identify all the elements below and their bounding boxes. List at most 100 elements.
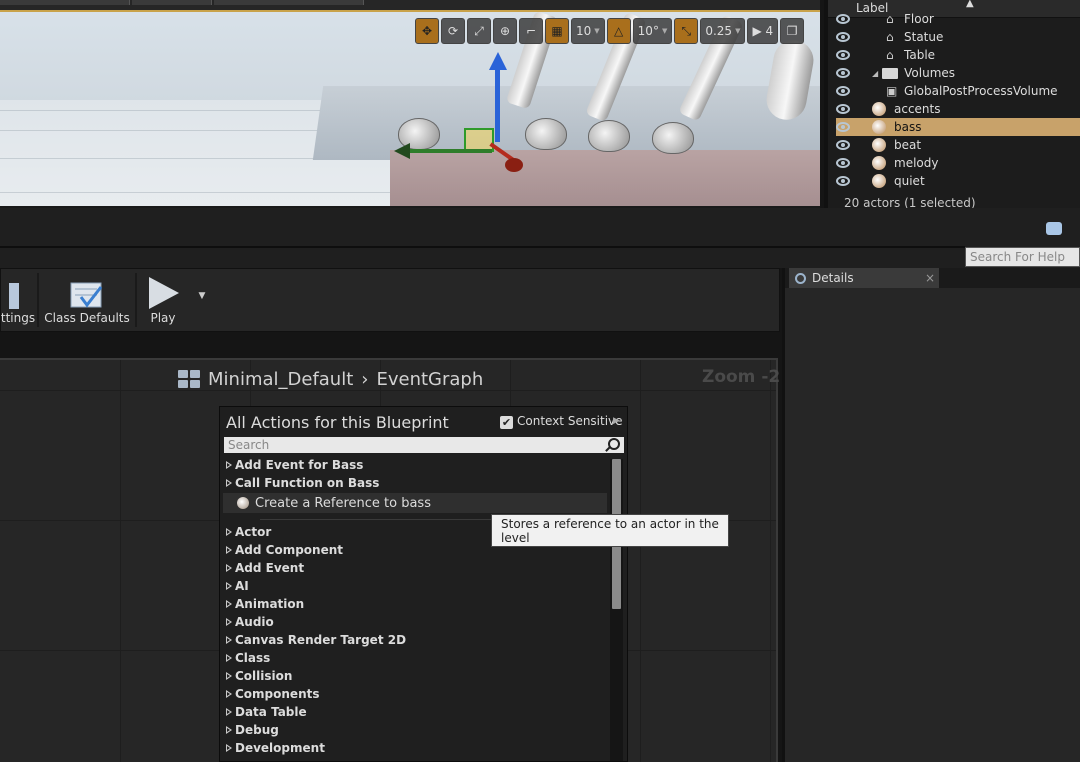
action-category[interactable]: Debug <box>225 721 279 739</box>
viewport-tab[interactable] <box>132 0 212 5</box>
scale-snap-icon[interactable]: ⤡ <box>674 18 699 44</box>
action-category[interactable]: Animation <box>225 595 304 613</box>
visibility-eye-icon[interactable] <box>836 140 850 150</box>
chat-icon[interactable] <box>1046 222 1062 235</box>
camera-speed-text: 4 <box>765 24 774 38</box>
action-category[interactable]: Development <box>225 739 325 757</box>
action-category[interactable]: AI <box>225 577 249 595</box>
gizmo-x-arrow[interactable] <box>505 158 523 172</box>
expand-arrow-icon[interactable] <box>226 546 232 554</box>
ambient-sound-icon <box>872 120 886 134</box>
visibility-eye-icon[interactable] <box>836 86 850 96</box>
expand-arrow-icon[interactable] <box>226 672 232 680</box>
outliner-row[interactable]: ⌂ Table <box>836 46 1080 64</box>
grid-snap-value[interactable]: 10 ▼ <box>571 18 605 44</box>
outliner-row[interactable]: accents <box>836 100 1080 118</box>
expand-arrow-icon[interactable] <box>226 636 232 644</box>
action-category[interactable]: Canvas Render Target 2D <box>225 631 406 649</box>
expand-arrow-icon[interactable]: ◢ <box>872 69 878 78</box>
visibility-eye-icon[interactable] <box>836 32 850 42</box>
world-local-icon[interactable]: ⊕ <box>493 18 517 44</box>
action-category-label: Development <box>235 741 325 755</box>
action-category-label: Canvas Render Target 2D <box>235 633 407 647</box>
camera-speed-button[interactable]: ▶ 4 <box>747 18 779 44</box>
viewport-tab[interactable] <box>214 0 364 5</box>
class-settings-button[interactable]: ttings <box>1 269 35 331</box>
gizmo-z-axis[interactable] <box>495 62 500 142</box>
action-category-label: Components <box>235 687 320 701</box>
ambient-sound-icon <box>872 174 886 188</box>
expand-arrow-icon[interactable] <box>226 618 232 626</box>
gizmo-y-arrow[interactable] <box>394 143 410 159</box>
action-category[interactable]: Components <box>225 685 320 703</box>
rotation-snap-icon[interactable]: △ <box>606 18 631 44</box>
close-icon[interactable]: × <box>925 271 935 285</box>
outliner-row[interactable]: ◢ Volumes <box>836 64 1080 82</box>
visibility-eye-icon[interactable] <box>836 50 850 60</box>
visibility-eye-icon[interactable] <box>836 176 850 186</box>
action-category[interactable]: Call Function on Bass <box>225 474 379 492</box>
visibility-eye-icon[interactable] <box>836 158 850 168</box>
context-sensitive-checkbox[interactable]: ✔ <box>500 416 513 429</box>
action-category[interactable]: Actor <box>225 523 271 541</box>
expand-arrow-icon[interactable] <box>226 461 232 469</box>
tab-details[interactable]: Details × <box>789 268 939 288</box>
help-search-input[interactable]: Search For Help <box>965 247 1080 267</box>
expand-arrow-icon[interactable] <box>226 479 232 487</box>
speaker-actor[interactable] <box>588 120 630 152</box>
chevron-right-icon[interactable]: ▶ <box>613 416 620 426</box>
scale-snap-value[interactable]: 0.25 ▼ <box>700 18 746 44</box>
gizmo-z-arrow[interactable] <box>489 52 507 70</box>
expand-arrow-icon[interactable] <box>226 690 232 698</box>
visibility-eye-icon[interactable] <box>836 68 850 78</box>
outliner-row[interactable]: ▣ GlobalPostProcessVolume <box>836 82 1080 100</box>
play-options-chevron-down-icon[interactable]: ▼ <box>191 291 213 301</box>
grid-snap-icon[interactable]: ▦ <box>545 18 569 44</box>
visibility-eye-icon[interactable] <box>836 122 850 132</box>
expand-arrow-icon[interactable] <box>226 726 232 734</box>
outliner-row-label: bass <box>894 120 922 134</box>
action-category-label: Add Event <box>235 561 305 575</box>
outliner-row[interactable]: quiet <box>836 172 1080 190</box>
action-category[interactable]: Class <box>225 649 270 667</box>
play-button[interactable]: Play <box>137 269 189 331</box>
speaker-actor[interactable] <box>525 118 567 150</box>
action-category[interactable]: Add Component <box>225 541 343 559</box>
outliner-row[interactable]: ⌂ Floor <box>836 10 1080 28</box>
action-category[interactable]: Add Event <box>225 559 304 577</box>
rotate-mode-icon[interactable]: ⟳ <box>441 18 465 44</box>
rotation-snap-value[interactable]: 10° ▼ <box>632 18 673 44</box>
gizmo-y-axis[interactable] <box>406 149 492 153</box>
maximize-viewport-icon[interactable]: ❐ <box>780 18 805 44</box>
outliner-row[interactable]: melody <box>836 154 1080 172</box>
action-category[interactable]: Add Event for Bass <box>225 456 363 474</box>
breadcrumb-root[interactable]: Minimal_Default <box>208 369 353 390</box>
expand-arrow-icon[interactable] <box>226 708 232 716</box>
surface-snap-icon[interactable]: ⌐ <box>519 18 543 44</box>
scale-mode-icon[interactable]: ⤢ <box>467 18 491 44</box>
action-category[interactable]: Collision <box>225 667 292 685</box>
actions-search-input[interactable]: Search <box>224 437 624 453</box>
viewport-tab[interactable] <box>0 0 130 5</box>
translate-mode-icon[interactable]: ✥ <box>415 18 439 44</box>
action-category[interactable]: Audio <box>225 613 274 631</box>
class-defaults-label: Class Defaults <box>44 311 130 325</box>
outliner-row[interactable]: beat <box>836 136 1080 154</box>
expand-arrow-icon[interactable] <box>226 582 232 590</box>
expand-arrow-icon[interactable] <box>226 528 232 536</box>
expand-arrow-icon[interactable] <box>226 744 232 752</box>
create-reference-item[interactable]: Create a Reference to bass <box>223 493 607 513</box>
expand-arrow-icon[interactable] <box>226 654 232 662</box>
expand-arrow-icon[interactable] <box>226 600 232 608</box>
action-category-label: Call Function on Bass <box>235 476 380 490</box>
outliner-row[interactable]: bass <box>836 118 1080 136</box>
expand-arrow-icon[interactable] <box>226 564 232 572</box>
outliner-row[interactable]: ⌂ Statue <box>836 28 1080 46</box>
context-sensitive-label[interactable]: Context Sensitive <box>517 414 623 428</box>
class-defaults-button[interactable]: Class Defaults <box>41 269 133 331</box>
visibility-eye-icon[interactable] <box>836 104 850 114</box>
visibility-eye-icon[interactable] <box>836 14 850 24</box>
speaker-actor[interactable] <box>652 122 694 154</box>
action-category[interactable]: Data Table <box>225 703 307 721</box>
level-viewport[interactable]: ✥ ⟳ ⤢ ⊕ ⌐ ▦ 10 ▼ △ 10° ▼ ⤡ 0.25 ▼ ▶ 4 ❐ <box>0 0 820 208</box>
